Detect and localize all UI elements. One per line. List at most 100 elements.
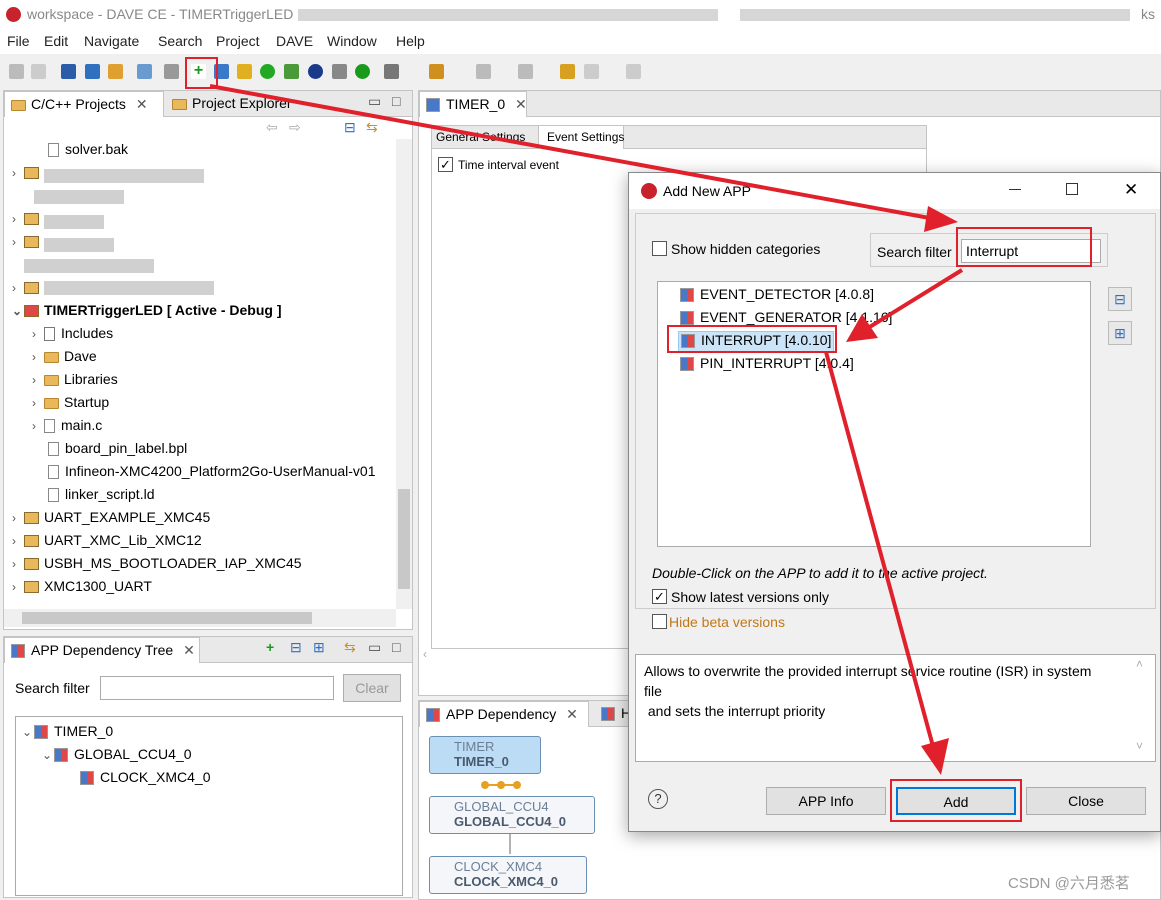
add-app-icon[interactable]: + xyxy=(266,639,274,655)
close-button[interactable]: Close xyxy=(1026,787,1146,815)
chevron-right-icon[interactable]: › xyxy=(12,557,24,571)
chevron-right-icon[interactable]: › xyxy=(12,534,24,548)
tree-item-uart12[interactable]: › UART_XMC_Lib_XMC12 xyxy=(12,532,202,554)
close-icon[interactable]: ✕ xyxy=(566,706,578,722)
app-info-button[interactable]: APP Info xyxy=(766,787,886,815)
close-icon[interactable]: ✕ xyxy=(1124,180,1138,200)
chevron-right-icon[interactable]: › xyxy=(12,212,24,226)
tree-node-ccu[interactable]: ⌄ GLOBAL_CCU4_0 xyxy=(42,746,192,768)
link-editor-icon[interactable]: ⇆ xyxy=(366,119,378,136)
chevron-right-icon[interactable]: › xyxy=(32,396,44,410)
menu-help[interactable]: Help xyxy=(396,33,425,49)
tree-item-solver[interactable]: solver.bak xyxy=(48,141,128,163)
tree-item-hidden[interactable]: › xyxy=(12,210,44,232)
chip-icon[interactable] xyxy=(260,64,275,79)
tree-item-bpl[interactable]: board_pin_label.bpl xyxy=(48,440,187,462)
graph-node-clock[interactable]: CLOCK_XMC4 CLOCK_XMC4_0 xyxy=(429,856,587,894)
tree-item-linker[interactable]: linker_script.ld xyxy=(48,486,154,508)
last-edit-icon[interactable] xyxy=(560,64,575,79)
expand-all-icon[interactable]: ⊞ xyxy=(1108,321,1132,345)
chevron-right-icon[interactable]: › xyxy=(32,419,44,433)
tab-event-settings[interactable]: Event Settings xyxy=(538,125,624,149)
tab-cpp-projects[interactable]: C/C++ Projects ✕ xyxy=(4,91,164,117)
chevron-right-icon[interactable]: › xyxy=(32,350,44,364)
graph-node-ccu[interactable]: GLOBAL_CCU4 GLOBAL_CCU4_0 xyxy=(429,796,595,834)
chevron-right-icon[interactable]: › xyxy=(12,580,24,594)
prev-annotation-icon[interactable] xyxy=(518,64,533,79)
new-project-icon[interactable] xyxy=(137,64,152,79)
chevron-down-icon[interactable]: ⌄ xyxy=(22,725,34,739)
chevron-right-icon[interactable]: › xyxy=(12,166,24,180)
back-nav-icon[interactable]: ⇦ xyxy=(266,119,278,136)
back-icon[interactable] xyxy=(584,64,599,79)
show-latest-checkbox[interactable]: ✓ xyxy=(652,589,667,604)
menu-file[interactable]: File xyxy=(7,33,30,49)
maximize-icon[interactable]: □ xyxy=(392,639,400,655)
settings-icon[interactable] xyxy=(384,64,399,79)
menu-search[interactable]: Search xyxy=(158,33,202,49)
app-item-pin-interrupt[interactable]: PIN_INTERRUPT [4.0.4] xyxy=(680,355,854,377)
tab-general-settings[interactable]: General Settings xyxy=(436,130,525,144)
clear-button[interactable]: Clear xyxy=(343,674,401,702)
menu-navigate[interactable]: Navigate xyxy=(84,33,139,49)
save-icon[interactable] xyxy=(9,64,24,79)
graph-node-timer[interactable]: TIMER TIMER_0 xyxy=(429,736,541,774)
tree-item-startup[interactable]: › Startup xyxy=(32,394,109,416)
show-hidden-checkbox[interactable] xyxy=(652,241,667,256)
menu-dave[interactable]: DAVE xyxy=(276,33,313,49)
collapse-icon[interactable]: ⊟ xyxy=(290,639,302,656)
collapse-all-icon[interactable]: ⊟ xyxy=(344,119,356,136)
search-filter-input[interactable] xyxy=(100,676,334,700)
next-annotation-icon[interactable] xyxy=(476,64,491,79)
tab-app-dependency-tree[interactable]: APP Dependency Tree ✕ xyxy=(4,637,200,663)
debug-config-icon[interactable] xyxy=(85,64,100,79)
generate-code-icon[interactable] xyxy=(355,64,370,79)
scroll-thumb[interactable] xyxy=(398,489,410,589)
report-icon[interactable] xyxy=(332,64,347,79)
scroll-left-icon[interactable]: ‹ xyxy=(423,647,623,663)
minimize-icon[interactable] xyxy=(1009,189,1021,190)
time-interval-checkbox[interactable]: ✓ xyxy=(438,157,453,172)
close-icon[interactable]: ✕ xyxy=(183,642,195,658)
filter-icon[interactable] xyxy=(164,64,179,79)
forward-icon[interactable] xyxy=(626,64,641,79)
build-icon[interactable] xyxy=(61,64,76,79)
tools-icon[interactable] xyxy=(108,64,123,79)
save-all-icon[interactable] xyxy=(31,64,46,79)
chevron-right-icon[interactable]: › xyxy=(12,281,24,295)
tab-timer-0[interactable]: TIMER_0 ✕ xyxy=(419,91,527,117)
tree-item-libraries[interactable]: › Libraries xyxy=(32,371,118,393)
menu-edit[interactable]: Edit xyxy=(44,33,68,49)
menu-project[interactable]: Project xyxy=(216,33,260,49)
tree-item-mainc[interactable]: › main.c xyxy=(32,417,102,439)
tree-item-hidden[interactable]: › xyxy=(12,164,44,186)
forward-nav-icon[interactable]: ⇨ xyxy=(289,119,301,136)
manual-pin-icon[interactable] xyxy=(237,64,252,79)
run-icon[interactable] xyxy=(429,64,444,79)
info-icon[interactable] xyxy=(308,64,323,79)
tree-item-uart45[interactable]: › UART_EXAMPLE_XMC45 xyxy=(12,509,210,531)
tab-app-dependency[interactable]: APP Dependency ✕ xyxy=(419,701,589,727)
scroll-down-icon[interactable]: ˅ xyxy=(1136,739,1143,753)
chevron-down-icon[interactable]: ⌄ xyxy=(42,748,54,762)
chevron-right-icon[interactable]: › xyxy=(12,235,24,249)
resource-icon[interactable] xyxy=(284,64,299,79)
tree-item-active-project[interactable]: ⌄ TIMERTriggerLED [ Active - Debug ] xyxy=(12,302,282,324)
hide-beta-checkbox[interactable] xyxy=(652,614,667,629)
chevron-right-icon[interactable]: › xyxy=(32,327,44,341)
tree-item-dave[interactable]: › Dave xyxy=(32,348,97,370)
tree-item-includes[interactable]: › Includes xyxy=(32,325,113,347)
horizontal-scrollbar[interactable] xyxy=(4,609,396,627)
collapse-all-icon[interactable]: ⊟ xyxy=(1108,287,1132,311)
tab-project-explorer[interactable]: Project Explorer xyxy=(166,91,306,117)
maximize-icon[interactable] xyxy=(1066,183,1078,195)
vertical-scrollbar[interactable] xyxy=(396,139,412,609)
help-icon[interactable]: ? xyxy=(648,789,668,809)
minimize-icon[interactable]: ▭ xyxy=(368,93,381,110)
chevron-down-icon[interactable]: ⌄ xyxy=(12,304,24,318)
link-icon[interactable]: ⇆ xyxy=(344,639,356,656)
tree-node-timer[interactable]: ⌄ TIMER_0 xyxy=(22,723,113,745)
chevron-right-icon[interactable]: › xyxy=(32,373,44,387)
close-icon[interactable]: ✕ xyxy=(515,96,527,112)
tree-item-hidden[interactable]: › xyxy=(12,233,44,255)
